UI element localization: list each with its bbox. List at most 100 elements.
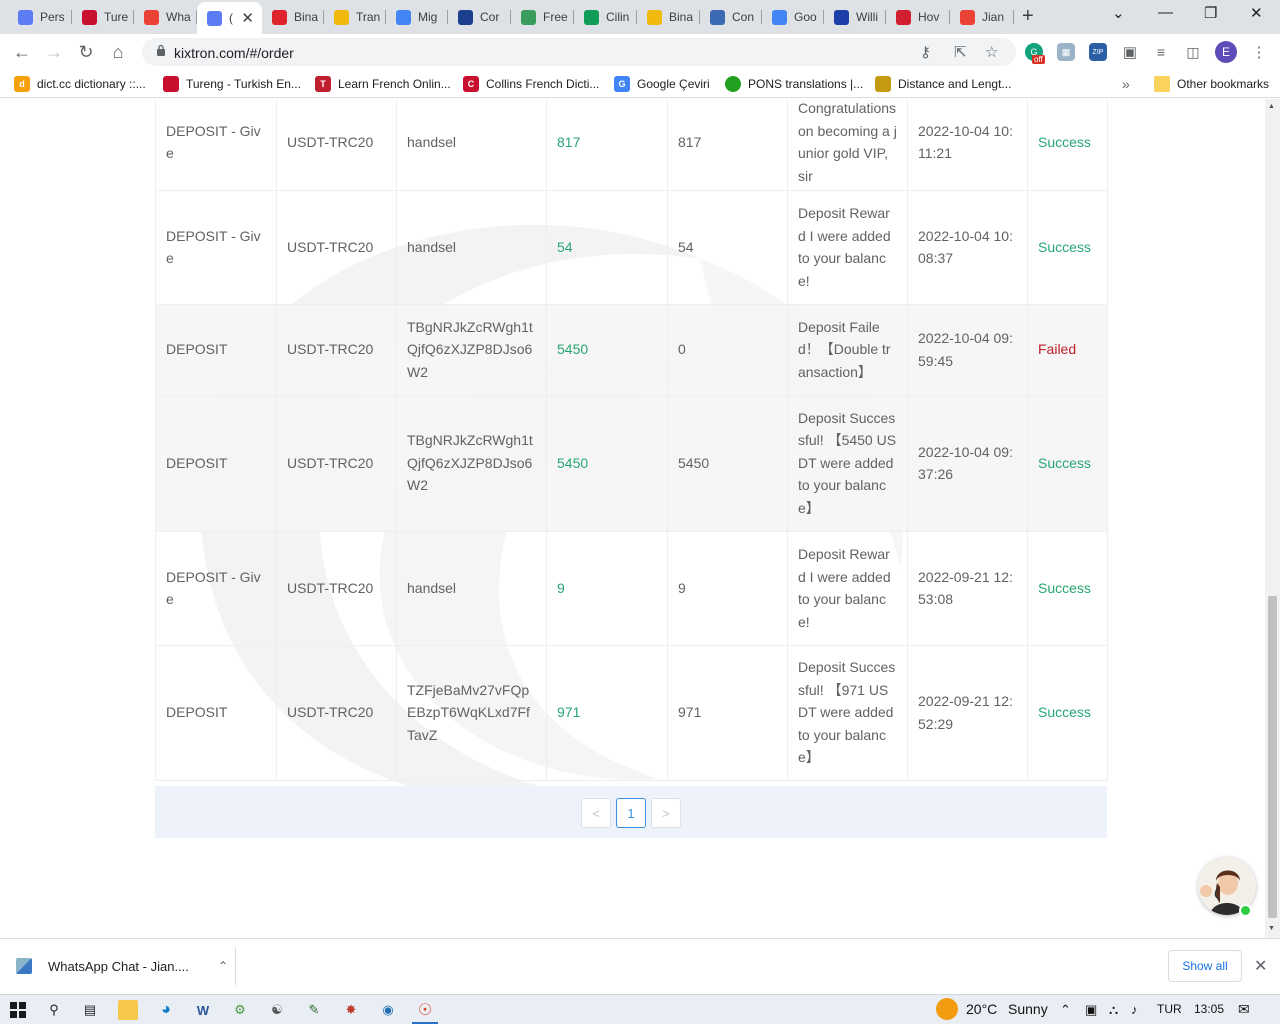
browser-tab[interactable]: Free [511, 4, 574, 30]
bookmark-item[interactable]: d dict.cc dictionary ::... [14, 76, 146, 92]
browser-tab[interactable]: Con [700, 4, 762, 30]
search-icon[interactable]: ⚲ [44, 1000, 64, 1020]
weather-sun-icon[interactable] [936, 998, 958, 1020]
notifications-icon[interactable]: ✉ [1238, 1001, 1250, 1018]
order-type-cell: DEPOSIT [155, 645, 277, 781]
home-button[interactable]: ⌂ [106, 40, 130, 64]
currency-cell: USDT-TRC20 [276, 304, 397, 396]
scroll-down-icon[interactable]: ▼ [1268, 925, 1275, 932]
browser-tab[interactable]: (✕ [197, 2, 262, 34]
remark-cell: Congratulations on becoming a junior gol… [787, 99, 908, 191]
volume-icon[interactable]: ♪ [1131, 1002, 1138, 1017]
other-bookmarks-folder[interactable]: Other bookmarks [1154, 76, 1269, 92]
close-tab-icon[interactable]: ✕ [241, 9, 254, 27]
bookmark-item[interactable]: Tureng - Turkish En... [163, 76, 301, 92]
tab-title: Cor [480, 10, 500, 24]
chrome-icon[interactable]: ☉ [415, 1000, 435, 1020]
scrollbar-thumb[interactable] [1268, 596, 1277, 918]
bookmark-item[interactable]: C Collins French Dicti... [463, 76, 599, 92]
prev-page-button[interactable]: < [581, 798, 611, 828]
browser-tab[interactable]: Willi [824, 4, 886, 30]
gimp-icon[interactable]: ☯ [267, 1000, 287, 1020]
forward-button[interactable]: → [42, 40, 66, 64]
side-panel-icon[interactable]: ◫ [1184, 43, 1202, 61]
browser-tab[interactable]: Cor [448, 4, 511, 30]
address-bar[interactable]: kixtron.com/#/order ⚷ ⇱ ☆ [142, 38, 1016, 66]
minimize-button[interactable]: — [1158, 4, 1173, 21]
browser-tab[interactable]: Jian [950, 4, 1014, 30]
extensions-puzzle-icon[interactable]: ▣ [1121, 43, 1139, 61]
more-menu-icon[interactable]: ⋮ [1250, 43, 1268, 61]
order-type-cell: DEPOSIT [155, 395, 277, 532]
browser-tab[interactable]: Cilin [574, 4, 637, 30]
currency-cell: USDT-TRC20 [276, 645, 397, 781]
vpn-app-icon[interactable]: ◉ [378, 1000, 398, 1020]
share-icon[interactable]: ⇱ [954, 43, 967, 61]
weather-condition[interactable]: Sunny [1008, 1001, 1048, 1017]
windows-start-icon[interactable] [8, 1000, 28, 1020]
bookmark-star-icon[interactable]: ☆ [985, 43, 998, 61]
received-cell: 817 [667, 99, 788, 191]
bookmark-item[interactable]: PONS translations |... [725, 76, 863, 92]
next-page-button[interactable]: > [651, 798, 681, 828]
meet-now-icon[interactable]: ▣ [1085, 1002, 1097, 1018]
file-explorer-icon[interactable] [118, 1000, 138, 1020]
browser-tab[interactable]: Wha [134, 4, 197, 30]
clock[interactable]: 13:05 [1194, 1002, 1224, 1016]
chevron-up-icon[interactable]: ⌃ [218, 959, 228, 973]
tab-search-icon[interactable]: ⌄ [1112, 4, 1125, 22]
browser-toolbar: ← → ↻ ⌂ kixtron.com/#/order ⚷ ⇱ ☆ [0, 34, 1280, 70]
bookmarks-overflow-button[interactable]: » [1122, 76, 1130, 92]
bookmark-label: Collins French Dicti... [486, 77, 600, 91]
page-scrollbar[interactable]: ▲ ▼ [1265, 99, 1280, 938]
bookmark-item[interactable]: Distance and Lengt... [875, 76, 1011, 92]
browser-tab[interactable]: Hov [886, 4, 950, 30]
url-text[interactable]: kixtron.com/#/order [174, 45, 294, 61]
order-type-cell: DEPOSIT - Give [155, 99, 277, 191]
browser-tab[interactable]: Ture [72, 4, 134, 30]
show-all-downloads-button[interactable]: Show all [1168, 950, 1242, 982]
back-button[interactable]: ← [10, 40, 34, 64]
reload-button[interactable]: ↻ [74, 40, 98, 64]
profile-avatar[interactable]: E [1215, 41, 1237, 63]
bookmark-label: dict.cc dictionary ::... [37, 77, 146, 91]
download-item[interactable]: WhatsApp Chat - Jian.... ⌃ [0, 947, 236, 985]
browser-tab[interactable]: Bina [637, 4, 700, 30]
wifi-icon[interactable]: ⛬ [1109, 1002, 1118, 1018]
browser-tab[interactable]: Pers [8, 4, 72, 30]
browser-tab[interactable]: Bina [262, 4, 324, 30]
weather-temperature[interactable]: 20°C [966, 1001, 997, 1017]
key-icon[interactable]: ⚷ [920, 43, 931, 61]
paint-icon[interactable]: ✸ [341, 1000, 361, 1020]
status-cell: Success [1027, 531, 1108, 646]
bookmark-label: Distance and Lengt... [898, 77, 1012, 91]
browser-tab[interactable]: Goo [762, 4, 824, 30]
image-extension-icon[interactable]: ▦ [1057, 43, 1075, 61]
bookmark-item[interactable]: T Learn French Onlin... [315, 76, 451, 92]
word-icon[interactable]: W [193, 1000, 213, 1020]
task-view-icon[interactable]: ▤ [80, 1000, 100, 1020]
restore-button[interactable]: ❐ [1204, 4, 1217, 22]
notepad-icon[interactable]: ✎ [304, 1000, 324, 1020]
new-tab-button[interactable]: + [1022, 5, 1034, 28]
scroll-up-icon[interactable]: ▲ [1268, 103, 1275, 110]
input-language[interactable]: TUR [1157, 1002, 1182, 1016]
translate-icon: G [614, 76, 630, 92]
close-window-button[interactable]: ✕ [1250, 4, 1263, 22]
chevron-up-icon[interactable]: ⌃ [1060, 1002, 1071, 1018]
status-cell: Success [1027, 99, 1108, 191]
time-cell: 2022-10-04 09:59:45 [907, 304, 1028, 396]
reading-list-icon[interactable]: ≡ [1152, 43, 1170, 61]
download-file-icon [16, 958, 32, 974]
edge-icon[interactable]: ◕ [156, 1000, 176, 1020]
page-1-button[interactable]: 1 [616, 798, 646, 828]
app-icon[interactable]: ⚙ [230, 1000, 250, 1020]
browser-tab[interactable]: Tran [324, 4, 386, 30]
received-cell: 0 [667, 304, 788, 396]
close-download-shelf-icon[interactable]: ✕ [1254, 956, 1267, 976]
zip-extension-icon[interactable]: ZIP [1089, 43, 1107, 61]
lock-icon[interactable] [156, 44, 166, 56]
browser-tab[interactable]: Mig [386, 4, 448, 30]
bookmark-item[interactable]: G Google Çeviri [614, 76, 710, 92]
folder-icon [1154, 76, 1170, 92]
